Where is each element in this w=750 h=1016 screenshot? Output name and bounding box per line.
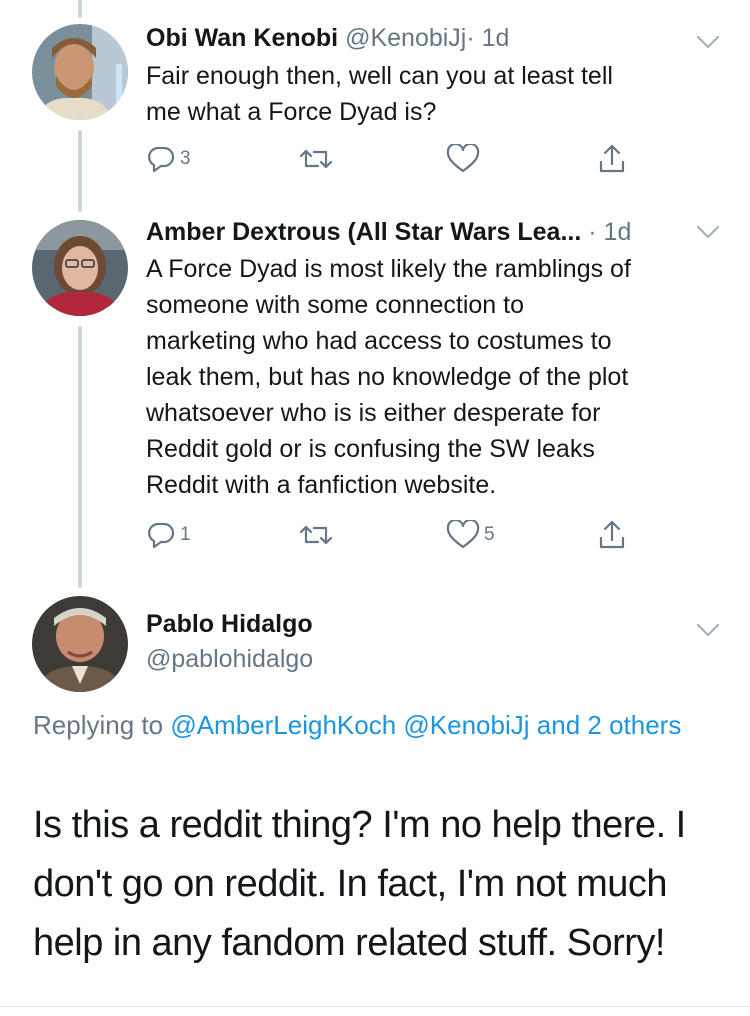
text-line: help in any fandom related stuff. Sorry!: [33, 922, 666, 964]
thread-line-middle: [78, 130, 82, 212]
tweet-header: Amber Dextrous (All Star Wars Lea... · 1…: [146, 217, 631, 247]
tweet-header: Obi Wan Kenobi @KenobiJj· 1d: [146, 23, 509, 53]
reply-button[interactable]: 3: [146, 142, 191, 176]
reply-button[interactable]: 1: [146, 518, 191, 552]
retweet-button[interactable]: [298, 518, 338, 552]
thread-line-top: [78, 0, 82, 18]
chevron-down-icon[interactable]: [694, 222, 722, 242]
share-icon: [599, 520, 625, 549]
avatar[interactable]: [32, 220, 128, 316]
retweet-icon: [299, 525, 333, 545]
mention-link[interactable]: @KenobiJj: [403, 710, 529, 740]
like-button[interactable]: [446, 142, 484, 176]
share-button[interactable]: [597, 142, 627, 176]
tweet-text: A Force Dyad is most likely the rambling…: [146, 251, 631, 503]
text-line: Reddit with a fanfiction website.: [146, 471, 497, 499]
separator-dot: ·: [466, 24, 475, 52]
like-button[interactable]: 5: [446, 518, 495, 552]
tweet-text: Fair enough then, well can you at least …: [146, 58, 613, 130]
mention-link[interactable]: @AmberLeighKoch: [170, 710, 396, 740]
chevron-down-icon[interactable]: [694, 620, 722, 640]
display-name[interactable]: Amber Dextrous (All Star Wars Lea...: [146, 218, 581, 246]
text-line: Fair enough then, well can you at least …: [146, 62, 613, 90]
reply-count: 1: [180, 524, 191, 545]
retweet-button[interactable]: [298, 142, 338, 176]
timestamp[interactable]: 1d: [482, 24, 510, 52]
text-line: don't go on reddit. In fact, I'm not muc…: [33, 863, 668, 905]
avatar-image: [32, 220, 128, 316]
like-icon: [446, 520, 480, 549]
user-handle[interactable]: @KenobiJj: [345, 24, 466, 52]
avatar-image: [32, 596, 128, 692]
others-link[interactable]: and 2 others: [537, 710, 682, 740]
reply-icon: [148, 146, 175, 173]
text-line: leak them, but has no knowledge of the p…: [146, 363, 629, 391]
text-line: marketing who had access to costumes to: [146, 327, 612, 355]
text-line: someone with some connection to: [146, 291, 524, 319]
chevron-down-icon[interactable]: [694, 32, 722, 52]
like-icon: [446, 144, 480, 173]
text-line: A Force Dyad is most likely the rambling…: [146, 255, 631, 283]
tweet-text: Is this a reddit thing? I'm no help ther…: [33, 796, 733, 973]
avatar[interactable]: [32, 24, 128, 120]
replying-to: Replying to @AmberLeighKoch @KenobiJj an…: [33, 705, 713, 745]
separator-dot: ·: [588, 218, 597, 246]
user-handle[interactable]: @pablohidalgo: [146, 643, 313, 675]
text-line: Is this a reddit thing? I'm no help ther…: [33, 804, 686, 846]
text-line: me what a Force Dyad is?: [146, 98, 437, 126]
like-count: 5: [484, 524, 495, 545]
thread-line-bottom: [78, 326, 82, 588]
text-line: Reddit gold or is confusing the SW leaks: [146, 435, 595, 463]
replying-prefix: Replying to: [33, 710, 164, 740]
avatar[interactable]: [32, 596, 128, 692]
reply-icon: [148, 522, 175, 549]
divider: [0, 1006, 750, 1007]
avatar-image: [32, 24, 128, 120]
timestamp[interactable]: 1d: [604, 218, 632, 246]
text-line: whatsoever who is is either desperate fo…: [146, 399, 601, 427]
retweet-icon: [299, 149, 333, 169]
display-name[interactable]: Obi Wan Kenobi: [146, 24, 338, 52]
display-name[interactable]: Pablo Hidalgo: [146, 608, 313, 640]
share-button[interactable]: [597, 518, 627, 552]
reply-count: 3: [180, 148, 191, 169]
share-icon: [599, 144, 625, 173]
